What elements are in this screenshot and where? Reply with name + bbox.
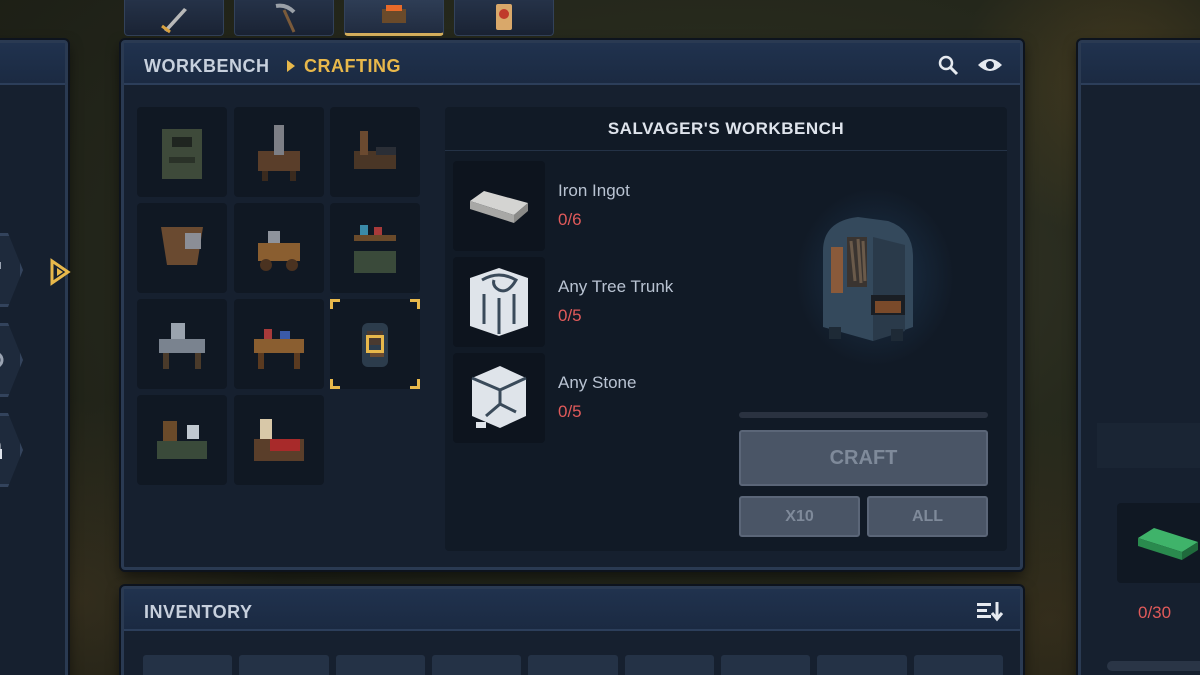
tinker-bench-icon	[254, 329, 304, 369]
selection-corner	[410, 299, 420, 309]
inventory-panel: INVENTORY	[121, 586, 1023, 675]
inventory-slot[interactable]	[239, 655, 329, 675]
side-hammer-button[interactable]	[0, 233, 23, 307]
ingredient-count-1: 0/6	[558, 210, 582, 229]
inventory-slot[interactable]	[817, 655, 907, 675]
inventory-slot-row	[143, 655, 1003, 675]
scroll-icon	[496, 3, 512, 30]
loom-table-icon	[254, 419, 304, 461]
tab-workbench[interactable]	[344, 0, 444, 36]
alchemy-shelf-icon	[354, 225, 396, 273]
grid-item-5[interactable]	[234, 203, 324, 293]
left-panel-header	[0, 43, 65, 85]
inventory-slot[interactable]	[913, 655, 1003, 675]
herbal-station-icon	[157, 421, 207, 459]
craft-all-button[interactable]: ALL	[867, 496, 988, 537]
craft-x10-button[interactable]: X10	[739, 496, 860, 537]
inventory-slot[interactable]	[335, 655, 425, 675]
selection-corner	[410, 379, 420, 389]
eye-icon[interactable]	[977, 55, 1003, 75]
grid-item-11[interactable]	[234, 395, 324, 485]
green-ingot-icon	[1138, 528, 1198, 560]
inventory-slot[interactable]	[528, 655, 618, 675]
carpentry-table-icon	[159, 323, 205, 369]
iron-ingot-icon	[470, 191, 528, 223]
ingredient-count-2: 0/5	[558, 306, 582, 325]
ingredient-slot-1[interactable]	[453, 161, 545, 251]
pickaxe-icon	[275, 3, 296, 33]
crafting-panel-header: WORKBENCH CRAFTING	[124, 43, 1020, 85]
ingredient-slot-3[interactable]	[453, 353, 545, 443]
inventory-panel-header: INVENTORY	[124, 589, 1020, 631]
ingredient-slot-2[interactable]	[453, 257, 545, 347]
right-panel-header	[1081, 43, 1200, 85]
ingredient-name-3: Any Stone	[558, 373, 637, 392]
right-side-panel: 0/30	[1078, 40, 1200, 675]
grid-item-7[interactable]	[137, 299, 227, 389]
tool-rack-icon	[258, 125, 300, 181]
grid-item-9-selected[interactable]	[330, 299, 420, 389]
right-item-count: 0/30	[1138, 603, 1172, 622]
recipe-card: SALVAGER'S WORKBENCH Iron Ingot 0/6 Any …	[445, 107, 1007, 551]
tab-weapons[interactable]	[124, 0, 224, 36]
breadcrumb-current: CRAFTING	[304, 56, 401, 76]
side-lock-button[interactable]	[0, 413, 23, 487]
crafting-panel: WORKBENCH CRAFTING SALVAGER'S WORKBENCH …	[121, 40, 1023, 570]
inventory-slot[interactable]	[431, 655, 522, 675]
breadcrumb-root[interactable]: WORKBENCH	[144, 56, 270, 77]
salvager-workbench-icon	[362, 323, 388, 367]
search-icon[interactable]	[937, 54, 959, 76]
craft-progress-bar	[739, 412, 988, 418]
inventory-slot[interactable]	[624, 655, 714, 675]
grid-item-2[interactable]	[234, 107, 324, 197]
selection-corner	[330, 379, 340, 389]
selection-corner	[330, 299, 340, 309]
breadcrumb-arrow-icon	[287, 60, 295, 72]
ingredient-name-2: Any Tree Trunk	[558, 277, 674, 296]
gear-icon	[0, 351, 4, 369]
workbench-icon	[382, 4, 406, 23]
lock-icon	[0, 439, 2, 459]
recipe-title-bar: SALVAGER'S WORKBENCH	[445, 107, 1007, 151]
cart-workbench-icon	[258, 231, 300, 271]
right-panel-band	[1097, 423, 1200, 468]
grid-item-6[interactable]	[330, 203, 420, 293]
hammer-icon	[0, 262, 1, 269]
right-item-slot[interactable]	[1117, 503, 1200, 583]
side-gear-button[interactable]	[0, 323, 23, 397]
grid-item-3[interactable]	[330, 107, 420, 197]
sort-icon[interactable]	[976, 600, 1004, 622]
ingredient-name-1: Iron Ingot	[558, 181, 630, 200]
grid-item-10[interactable]	[137, 395, 227, 485]
grid-item-1[interactable]	[137, 107, 227, 197]
right-panel-bar	[1107, 661, 1200, 671]
craft-button[interactable]: CRAFT	[739, 430, 988, 486]
ingredient-count-3: 0/5	[558, 402, 582, 421]
grid-item-8[interactable]	[234, 299, 324, 389]
recipe-title: SALVAGER'S WORKBENCH	[607, 118, 845, 138]
inventory-title: INVENTORY	[144, 602, 253, 622]
left-side-panel	[0, 40, 68, 675]
sword-icon	[161, 7, 187, 33]
stone-icon	[471, 366, 527, 428]
inventory-slot[interactable]	[143, 655, 233, 675]
salvager-workbench-preview	[823, 217, 913, 341]
tab-scrolls[interactable]	[454, 0, 554, 36]
tab-tools[interactable]	[234, 0, 334, 36]
panel-arrow-icon[interactable]	[48, 258, 72, 286]
stone-furnace-icon	[162, 129, 202, 179]
tree-trunk-icon	[470, 268, 528, 336]
anvil-station-icon	[354, 131, 396, 169]
grid-item-4[interactable]	[137, 203, 227, 293]
inventory-slot[interactable]	[720, 655, 811, 675]
tanning-rack-icon	[161, 227, 203, 265]
